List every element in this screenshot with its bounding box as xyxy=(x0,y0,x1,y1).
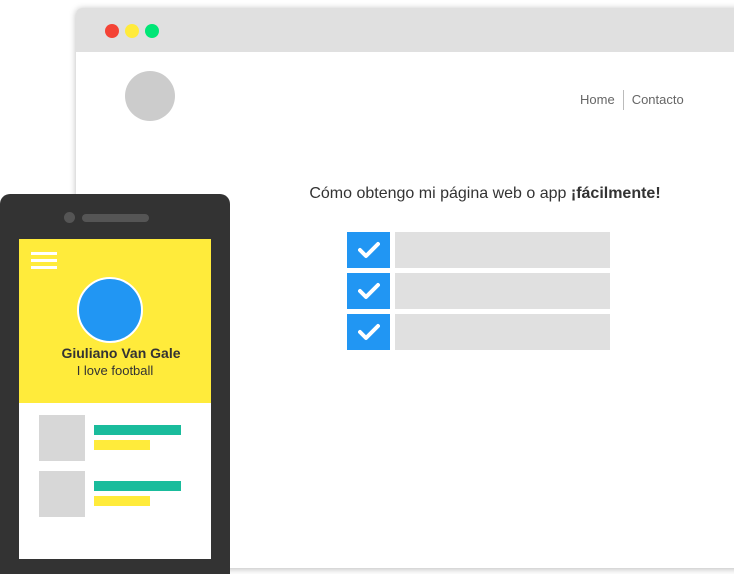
phone-camera xyxy=(64,212,75,223)
profile-bio: I love football xyxy=(76,363,154,378)
maximize-window-icon[interactable] xyxy=(145,24,159,38)
headline-text: Cómo obtengo mi página web o app xyxy=(309,185,571,202)
feed-title-placeholder xyxy=(94,425,181,435)
site-nav: Home Contacto xyxy=(574,90,690,110)
checklist-item xyxy=(347,232,610,268)
page-headline: Cómo obtengo mi página web o app ¡fácilm… xyxy=(276,185,694,203)
feed-thumbnail xyxy=(39,471,85,517)
phone-speaker xyxy=(82,214,149,222)
checklist-placeholder-bar xyxy=(395,232,610,268)
avatar[interactable] xyxy=(77,277,143,343)
profile-name: Giuliano Van Gale xyxy=(61,345,181,361)
feed-subtitle-placeholder xyxy=(94,440,150,450)
headline-emphasis: ¡fácilmente! xyxy=(570,185,661,202)
feed-subtitle-placeholder xyxy=(94,496,150,506)
close-window-icon[interactable] xyxy=(105,24,119,38)
feed-list xyxy=(39,415,199,527)
hamburger-menu-icon[interactable] xyxy=(31,252,57,269)
site-logo[interactable] xyxy=(125,71,175,121)
nav-link-contacto[interactable]: Contacto xyxy=(626,90,690,110)
nav-link-home[interactable]: Home xyxy=(574,90,621,110)
phone-screen: Giuliano Van Gale I love football xyxy=(19,239,211,559)
list-item[interactable] xyxy=(39,471,199,517)
nav-divider xyxy=(622,90,624,110)
feature-checklist xyxy=(347,232,610,355)
checkmark-icon xyxy=(347,232,390,268)
browser-title-bar xyxy=(76,8,734,52)
minimize-window-icon[interactable] xyxy=(125,24,139,38)
checkmark-icon xyxy=(347,314,390,350)
checklist-item xyxy=(347,314,610,350)
checklist-placeholder-bar xyxy=(395,273,610,309)
feed-title-placeholder xyxy=(94,481,181,491)
phone-mockup: Giuliano Van Gale I love football xyxy=(0,194,230,574)
checklist-item xyxy=(347,273,610,309)
checklist-placeholder-bar xyxy=(395,314,610,350)
checkmark-icon xyxy=(347,273,390,309)
feed-thumbnail xyxy=(39,415,85,461)
profile-header: Giuliano Van Gale I love football xyxy=(19,239,211,403)
list-item[interactable] xyxy=(39,415,199,461)
